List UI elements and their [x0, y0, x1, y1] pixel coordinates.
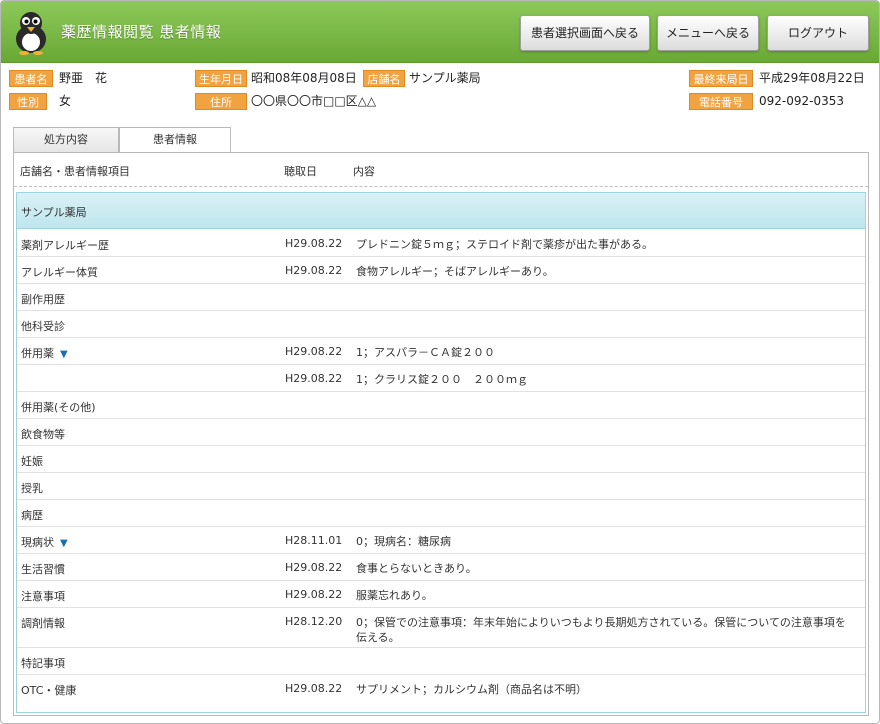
row-content: 0；保管での注意事項：年末年始によりいつもより長期処方されている。保管についての… [356, 616, 846, 644]
table-row: 現病状 ▼ H28.11.01 0；現病名：糖尿病 [17, 527, 865, 554]
row-item-name: 注意事項 [21, 590, 65, 603]
row-item-name: 副作用歴 [21, 293, 65, 306]
address-label: 住所 [195, 93, 247, 110]
patient-info: 患者名 野亜 花 性別 女 生年月日 昭和08年08月08日 店舗名 サンプル薬… [1, 65, 879, 115]
table-row: H29.08.22 1；クラリス錠２００ ２００ｍｇ [17, 365, 865, 392]
column-header: 店舗名・患者情報項目 聴取日 内容 [14, 153, 868, 187]
table-row: 飲食物等 [17, 419, 865, 446]
logout-button[interactable]: ログアウト [767, 15, 869, 51]
last-visit-label: 最終来局日 [689, 70, 753, 87]
row-item-name: 現病状 ▼ [21, 534, 68, 550]
row-item-name: 妊娠 [21, 455, 43, 468]
back-to-patient-select-button[interactable]: 患者選択画面へ戻る [520, 15, 650, 51]
row-content: 1；アスパラ－ＣＡ錠２００ [356, 346, 495, 359]
column-content: 内容 [353, 165, 375, 178]
triangle-down-icon[interactable]: ▼ [60, 538, 68, 549]
row-item-name: OTC・健康 [21, 684, 77, 697]
row-content: 食物アレルギー；そばアレルギーあり。 [356, 265, 554, 278]
table-row: アレルギー体質 H29.08.22 食物アレルギー；そばアレルギーあり。 [17, 257, 865, 284]
table-row: 病歴 [17, 500, 865, 527]
patient-phone: 092-092-0353 [759, 94, 845, 108]
row-item-name: アレルギー体質 [21, 266, 98, 279]
table-row: 妊娠 [17, 446, 865, 473]
sex-label: 性別 [9, 93, 47, 110]
row-date: H29.08.22 [285, 561, 343, 574]
table-row: 併用薬(その他) [17, 392, 865, 419]
row-content: プレドニン錠５ｍｇ；ステロイド剤で薬疹が出た事がある。 [356, 238, 653, 251]
store-label: 店舗名 [363, 70, 405, 87]
row-date: H29.08.22 [285, 372, 343, 385]
patient-store: サンプル薬局 [409, 71, 481, 85]
row-item-name: 病歴 [21, 509, 43, 522]
row-content: サプリメント；カルシウム剤（商品名は不明） [356, 683, 587, 696]
column-store-item: 店舗名・患者情報項目 [20, 165, 130, 178]
patient-name: 野亜 花 [59, 71, 108, 85]
row-item-name: 調剤情報 [21, 617, 65, 630]
table-row: OTC・健康 H29.08.22 サプリメント；カルシウム剤（商品名は不明） [17, 675, 865, 702]
row-item-label: 併用薬 [21, 347, 54, 360]
patient-address: 〇〇県〇〇市□□区△△ [251, 94, 377, 108]
phone-label: 電話番号 [689, 93, 753, 110]
row-item-name: 授乳 [21, 482, 43, 495]
column-date: 聴取日 [284, 165, 317, 178]
row-content: 1；クラリス錠２００ ２００ｍｇ [356, 373, 528, 386]
store-section: サンプル薬局 薬剤アレルギー歴 H29.08.22 プレドニン錠５ｍｇ；ステロイ… [16, 192, 866, 713]
store-name: サンプル薬局 [21, 206, 87, 219]
row-item-name: 他科受診 [21, 320, 65, 333]
penguin-mascot-icon [16, 12, 46, 55]
app-window: 薬歴情報閲覧 患者情報 患者選択画面へ戻る メニューへ戻る ログアウト 患者名 … [0, 0, 880, 724]
tab-prescription[interactable]: 処方内容 [13, 127, 119, 152]
header-bar: 薬歴情報閲覧 患者情報 患者選択画面へ戻る メニューへ戻る ログアウト [1, 1, 879, 63]
row-item-name: 併用薬 ▼ [21, 345, 68, 361]
table-row: 他科受診 [17, 311, 865, 338]
birth-label: 生年月日 [195, 70, 247, 87]
patient-birth: 昭和08年08月08日 [251, 71, 357, 85]
last-visit-date: 平成29年08月22日 [759, 71, 865, 85]
row-date: H28.12.20 [285, 615, 343, 628]
table-row: 調剤情報 H28.12.20 0；保管での注意事項：年末年始によりいつもより長期… [17, 608, 865, 648]
row-date: H28.11.01 [285, 534, 343, 547]
row-item-name: 特記事項 [21, 657, 65, 670]
row-item-name: 生活習慣 [21, 563, 65, 576]
tab-patient-info[interactable]: 患者情報 [119, 127, 231, 153]
table-row: 副作用歴 [17, 284, 865, 311]
patient-sex: 女 [59, 94, 72, 108]
row-date: H29.08.22 [285, 682, 343, 695]
row-content: 食事とらないときあり。 [356, 562, 477, 575]
patient-info-panel: 店舗名・患者情報項目 聴取日 内容 サンプル薬局 薬剤アレルギー歴 H29.08… [13, 152, 869, 716]
row-item-name: 併用薬(その他) [21, 401, 96, 414]
table-row: 注意事項 H29.08.22 服薬忘れあり。 [17, 581, 865, 608]
table-row: 併用薬 ▼ H29.08.22 1；アスパラ－ＣＡ錠２００ [17, 338, 865, 365]
name-label: 患者名 [9, 70, 53, 87]
page-title: 薬歴情報閲覧 患者情報 [61, 23, 222, 41]
row-date: H29.08.22 [285, 588, 343, 601]
row-date: H29.08.22 [285, 264, 343, 277]
table-row: 授乳 [17, 473, 865, 500]
row-date: H29.08.22 [285, 345, 343, 358]
row-item-name: 飲食物等 [21, 428, 65, 441]
row-content: 服薬忘れあり。 [356, 589, 433, 602]
store-section-header: サンプル薬局 [17, 193, 865, 229]
table-row: 薬剤アレルギー歴 H29.08.22 プレドニン錠５ｍｇ；ステロイド剤で薬疹が出… [17, 230, 865, 257]
table-row: 生活習慣 H29.08.22 食事とらないときあり。 [17, 554, 865, 581]
back-to-menu-button[interactable]: メニューへ戻る [657, 15, 759, 51]
row-item-label: 現病状 [21, 536, 54, 549]
row-content: 0；現病名：糖尿病 [356, 535, 451, 548]
row-date: H29.08.22 [285, 237, 343, 250]
table-row: 特記事項 [17, 648, 865, 675]
triangle-down-icon[interactable]: ▼ [60, 349, 68, 360]
row-item-name: 薬剤アレルギー歴 [21, 239, 109, 252]
